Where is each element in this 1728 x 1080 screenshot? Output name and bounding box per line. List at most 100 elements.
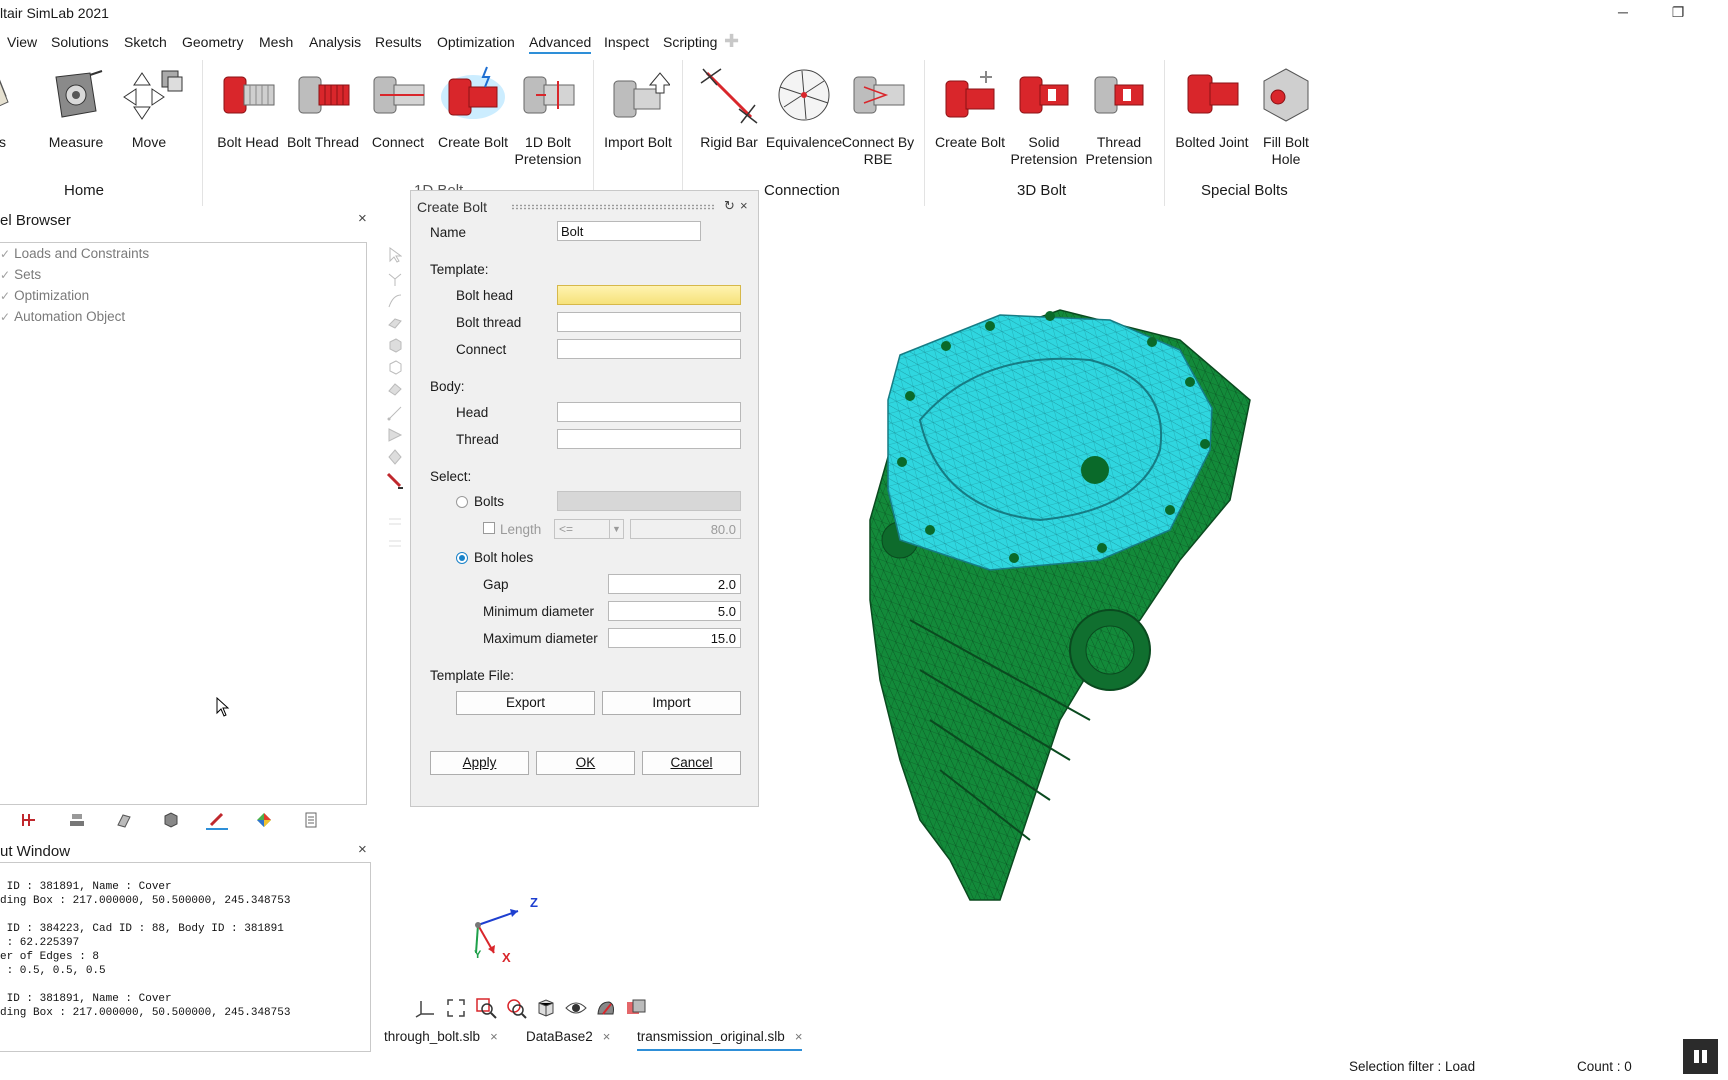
select-body-icon[interactable] bbox=[385, 336, 405, 354]
menu-solutions[interactable]: Solutions bbox=[51, 34, 109, 50]
bolt-thread-field[interactable] bbox=[557, 312, 741, 332]
import-bolt-button[interactable]: Import Bolt bbox=[598, 64, 678, 151]
close-icon[interactable]: × bbox=[603, 1029, 611, 1044]
dialog-drag-handle[interactable] bbox=[511, 204, 716, 210]
connect-field[interactable] bbox=[557, 339, 741, 359]
menu-scripting[interactable]: Scripting bbox=[663, 34, 717, 50]
menu-view[interactable]: View bbox=[7, 34, 37, 50]
partial-home-button[interactable]: es bbox=[0, 64, 26, 151]
connect-by-rbe-button[interactable]: Connect By RBE bbox=[838, 64, 918, 168]
bolt-holes-radio[interactable] bbox=[456, 552, 468, 564]
fit-view-icon[interactable] bbox=[444, 996, 468, 1020]
name-input[interactable] bbox=[557, 221, 701, 241]
select-element-icon[interactable] bbox=[385, 358, 405, 376]
tree-item-automation[interactable]: ✓ Automation Object bbox=[0, 309, 125, 324]
tree-item-sets[interactable]: ✓ Sets bbox=[0, 267, 41, 282]
bolt-head-field[interactable] bbox=[557, 285, 741, 305]
maximum-diameter-input[interactable]: 15.0 bbox=[608, 628, 741, 648]
select-edge-icon[interactable] bbox=[385, 292, 405, 310]
length-value-field[interactable]: 80.0 bbox=[630, 519, 741, 539]
output-log[interactable]: ID : 381891, Name : Cover ding Box : 217… bbox=[0, 862, 371, 1052]
transmission-model[interactable] bbox=[760, 200, 1728, 1010]
select-face-icon[interactable] bbox=[385, 314, 405, 332]
tree-item-loads[interactable]: ✓ Loads and Constraints bbox=[0, 246, 149, 261]
log-line: ID : 381891, Name : Cover bbox=[0, 993, 172, 1005]
assembly-tab-icon[interactable] bbox=[66, 810, 88, 830]
section-view-icon[interactable] bbox=[624, 996, 648, 1020]
measure-button[interactable]: Measure bbox=[36, 64, 116, 151]
select-shell-icon[interactable] bbox=[385, 380, 405, 398]
select-solid-icon[interactable] bbox=[385, 448, 405, 466]
minimize-button[interactable]: ─ bbox=[1613, 4, 1633, 22]
cancel-button[interactable]: Cancel bbox=[642, 751, 741, 775]
bolts-radio[interactable] bbox=[456, 496, 468, 508]
pause-button[interactable] bbox=[1683, 1039, 1718, 1074]
select-line-icon[interactable] bbox=[385, 404, 405, 422]
add-tab-icon[interactable]: ✚ bbox=[724, 31, 739, 52]
gap-input[interactable]: 2.0 bbox=[608, 574, 741, 594]
select-misc-icon[interactable] bbox=[385, 534, 405, 552]
select-node-icon[interactable] bbox=[385, 270, 405, 288]
menu-advanced[interactable]: Advanced bbox=[529, 34, 592, 54]
dialog-close-icon[interactable]: × bbox=[740, 198, 748, 213]
zoom-box-icon[interactable] bbox=[474, 996, 498, 1020]
model-browser-tree[interactable]: ✓ Loads and Constraints ✓ Sets ✓ Optimizati… bbox=[0, 242, 367, 805]
menu-inspect[interactable]: Inspect bbox=[604, 34, 649, 50]
menu-sketch[interactable]: Sketch bbox=[124, 34, 167, 50]
geometry-tab-icon[interactable] bbox=[113, 810, 135, 830]
model-browser-close-icon[interactable]: × bbox=[358, 210, 367, 227]
graphics-viewport[interactable] bbox=[760, 200, 1728, 1010]
fill-bolt-hole-button[interactable]: Fill Bolt Hole bbox=[1246, 64, 1326, 168]
select-bolt-icon[interactable] bbox=[385, 472, 405, 490]
bolts-field[interactable] bbox=[557, 491, 741, 511]
close-icon[interactable]: × bbox=[795, 1029, 803, 1044]
apply-button[interactable]: Apply bbox=[430, 751, 529, 775]
axes-icon[interactable] bbox=[414, 996, 438, 1020]
length-checkbox[interactable] bbox=[483, 522, 495, 534]
export-button[interactable]: Export bbox=[456, 691, 595, 715]
select-group-icon[interactable] bbox=[385, 512, 405, 530]
select-arrow-icon[interactable] bbox=[385, 246, 405, 264]
select-triangle-icon[interactable] bbox=[385, 426, 405, 444]
view-cube-icon[interactable] bbox=[534, 996, 558, 1020]
rigid-bar-button[interactable]: Rigid Bar bbox=[689, 64, 769, 151]
create-bolt-1d-button[interactable]: Create Bolt bbox=[433, 64, 513, 151]
import-button[interactable]: Import bbox=[602, 691, 741, 715]
loads-tab-icon[interactable] bbox=[18, 810, 40, 830]
bolt-thread-button[interactable]: Bolt Thread bbox=[283, 64, 363, 151]
file-tab[interactable]: through_bolt.slb × bbox=[384, 1025, 498, 1051]
file-tab-active[interactable]: transmission_original.slb × bbox=[637, 1025, 803, 1051]
zoom-select-icon[interactable] bbox=[504, 996, 528, 1020]
file-tab[interactable]: DataBase2 × bbox=[526, 1025, 610, 1051]
close-icon[interactable]: × bbox=[490, 1029, 498, 1044]
menu-results[interactable]: Results bbox=[375, 34, 422, 50]
reset-icon[interactable]: ↻ bbox=[724, 198, 735, 214]
connect-button[interactable]: Connect bbox=[358, 64, 438, 151]
bolt-tab-icon[interactable] bbox=[206, 810, 228, 830]
equivalence-button[interactable]: Equivalence bbox=[764, 64, 844, 151]
eye-icon[interactable] bbox=[564, 996, 588, 1020]
report-tab-icon[interactable] bbox=[300, 810, 322, 830]
ok-button[interactable]: OK bbox=[536, 751, 635, 775]
solid-pretension-button[interactable]: Solid Pretension bbox=[1004, 64, 1084, 168]
mesh-tab-icon[interactable] bbox=[160, 810, 182, 830]
menu-mesh[interactable]: Mesh bbox=[259, 34, 293, 50]
bolt-pretension-1d-button[interactable]: 1D Bolt Pretension bbox=[508, 64, 588, 168]
menu-geometry[interactable]: Geometry bbox=[182, 34, 243, 50]
output-window-close-icon[interactable]: × bbox=[358, 841, 367, 858]
minimum-diameter-input[interactable]: 5.0 bbox=[608, 601, 741, 621]
head-field[interactable] bbox=[557, 402, 741, 422]
create-bolt-3d-button[interactable]: Create Bolt bbox=[930, 64, 1010, 151]
bolted-joint-button[interactable]: Bolted Joint bbox=[1170, 64, 1254, 151]
bolt-head-button[interactable]: Bolt Head bbox=[208, 64, 288, 151]
restore-button[interactable]: ❐ bbox=[1668, 4, 1688, 22]
length-operator-select[interactable]: <= ▼ bbox=[554, 519, 624, 539]
menu-optimization[interactable]: Optimization bbox=[437, 34, 515, 50]
results-tab-icon[interactable] bbox=[253, 810, 275, 830]
render-style-icon[interactable] bbox=[594, 996, 618, 1020]
menu-analysis[interactable]: Analysis bbox=[309, 34, 361, 50]
thread-pretension-button[interactable]: Thread Pretension bbox=[1079, 64, 1159, 168]
tree-item-optimization[interactable]: ✓ Optimization bbox=[0, 288, 89, 303]
move-button[interactable]: Move bbox=[109, 64, 189, 151]
thread-field[interactable] bbox=[557, 429, 741, 449]
